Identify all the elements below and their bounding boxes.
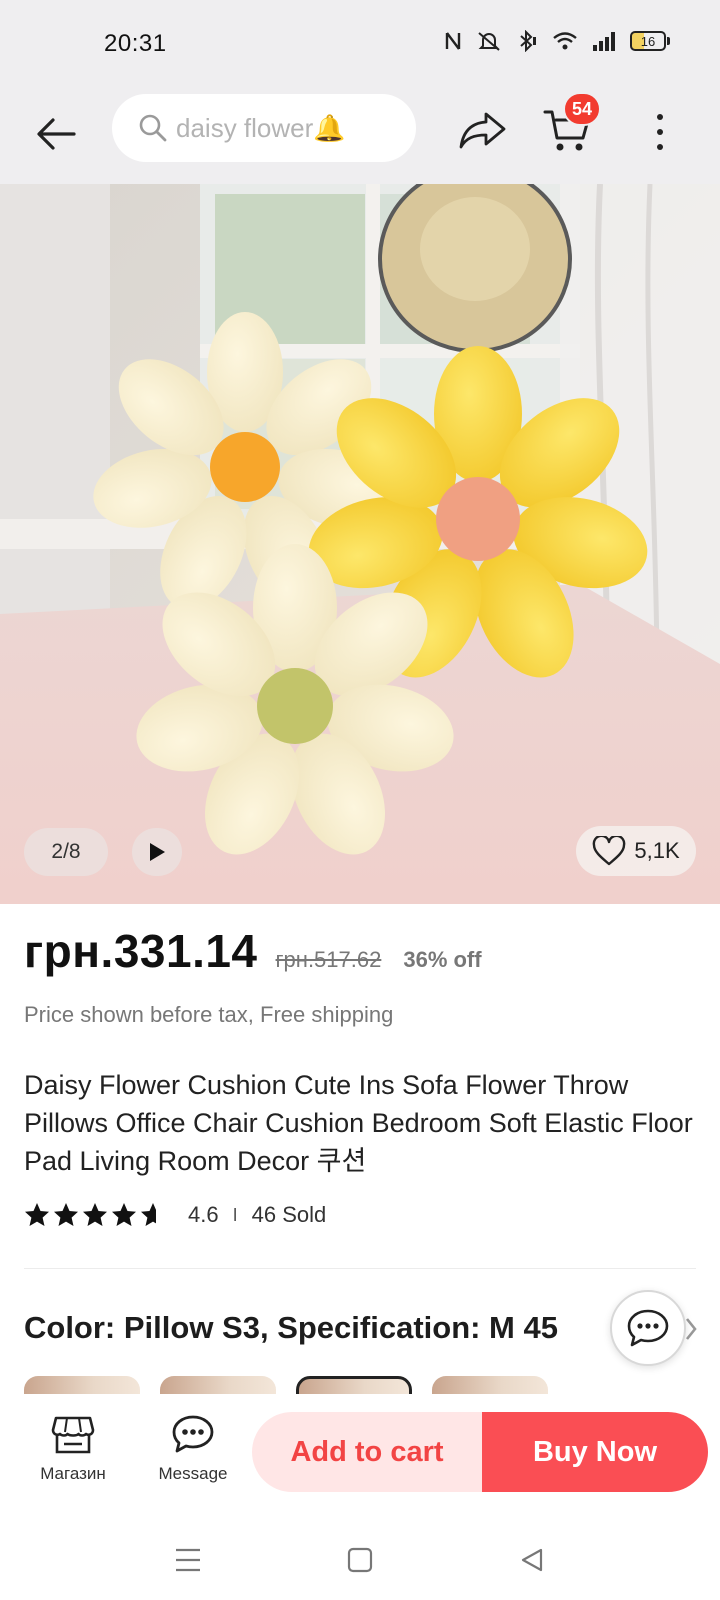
bluetooth-icon (520, 30, 536, 52)
heart-icon (593, 836, 626, 866)
search-icon (139, 114, 167, 142)
star-icon (83, 1203, 107, 1226)
variant-thumbnails (24, 1376, 696, 1394)
message-label: Message (158, 1464, 228, 1483)
chat-floating-button[interactable] (610, 1290, 686, 1366)
battery-level: 16 (640, 33, 656, 49)
discount-label: 36% off (403, 947, 482, 972)
store-button[interactable]: Магазин (30, 1414, 116, 1484)
store-icon (51, 1416, 95, 1454)
rating-value: 4.6 (188, 1202, 219, 1227)
nfc-icon (445, 32, 461, 50)
buy-now-button[interactable]: Buy Now (482, 1412, 708, 1492)
variant-thumbnail[interactable] (432, 1376, 548, 1394)
variant-selection-title[interactable]: Color: Pillow S3, Specification: M 45 (24, 1310, 674, 1346)
message-icon (172, 1415, 214, 1453)
back-arrow-icon (37, 118, 76, 150)
add-to-cart-button[interactable]: Add to cart (252, 1412, 482, 1492)
mute-icon (478, 32, 500, 51)
signal-icon (593, 32, 615, 51)
more-vertical-icon (657, 114, 663, 120)
rating-stars (24, 1202, 166, 1228)
bottom-action-bar: Магазин Message Add to cart Buy Now (0, 1394, 720, 1518)
system-navigation-bar (0, 1518, 720, 1600)
header: daisy flower🔔 54 (0, 90, 720, 184)
divider (24, 1268, 696, 1269)
status-bar: 20:31 16 (0, 0, 720, 90)
product-photo (0, 184, 720, 904)
tax-shipping-note: Price shown before tax, Free shipping (24, 1002, 394, 1027)
search-text: daisy flower🔔 (176, 112, 346, 143)
cart-count-badge: 54 (563, 92, 601, 126)
more-options-button[interactable] (640, 106, 680, 158)
favorite-count: 5,1K (634, 838, 680, 863)
current-price: грн.331.14 (24, 925, 258, 977)
home-button[interactable] (340, 1540, 380, 1580)
variant-thumbnail[interactable] (160, 1376, 276, 1394)
star-icon (112, 1203, 136, 1226)
sold-count: 46 Sold (251, 1202, 327, 1227)
recent-apps-button[interactable] (168, 1540, 208, 1580)
variant-thumbnail[interactable] (24, 1376, 140, 1394)
play-icon (150, 843, 165, 861)
store-label: Магазин (40, 1464, 106, 1483)
chevron-right-icon[interactable] (684, 1316, 698, 1342)
price-row: грн.331.14 грн.517.62 36% off (24, 924, 482, 978)
back-button[interactable] (30, 108, 82, 160)
play-video-button[interactable] (132, 828, 182, 876)
menu-lines-icon (176, 1548, 200, 1572)
rating-row[interactable]: 4.6 I 46 Sold (24, 1202, 326, 1228)
rating-separator: I (232, 1204, 238, 1225)
product-title: Daisy Flower Cushion Cute Ins Sofa Flowe… (24, 1070, 693, 1176)
star-icon (54, 1203, 78, 1226)
variant-thumbnail-selected[interactable] (296, 1376, 412, 1394)
chat-bubble-icon (627, 1309, 669, 1347)
status-icons: 16 (444, 30, 670, 52)
star-icon (25, 1203, 49, 1226)
image-counter: 2/8 (24, 828, 108, 876)
system-back-button[interactable] (512, 1540, 552, 1580)
wifi-icon (553, 32, 577, 50)
battery-icon: 16 (630, 31, 670, 51)
half-star-icon (141, 1203, 156, 1226)
home-square-icon (347, 1547, 373, 1573)
back-triangle-icon (521, 1548, 543, 1572)
product-image-gallery[interactable]: 2/8 5,1K (0, 184, 720, 904)
message-button[interactable]: Message (150, 1414, 236, 1484)
share-icon (459, 112, 506, 149)
favorite-button[interactable]: 5,1K (576, 826, 696, 876)
share-button[interactable] (455, 104, 511, 156)
original-price: грн.517.62 (275, 947, 382, 972)
search-input[interactable]: daisy flower🔔 (112, 94, 416, 162)
status-time: 20:31 (104, 30, 167, 57)
